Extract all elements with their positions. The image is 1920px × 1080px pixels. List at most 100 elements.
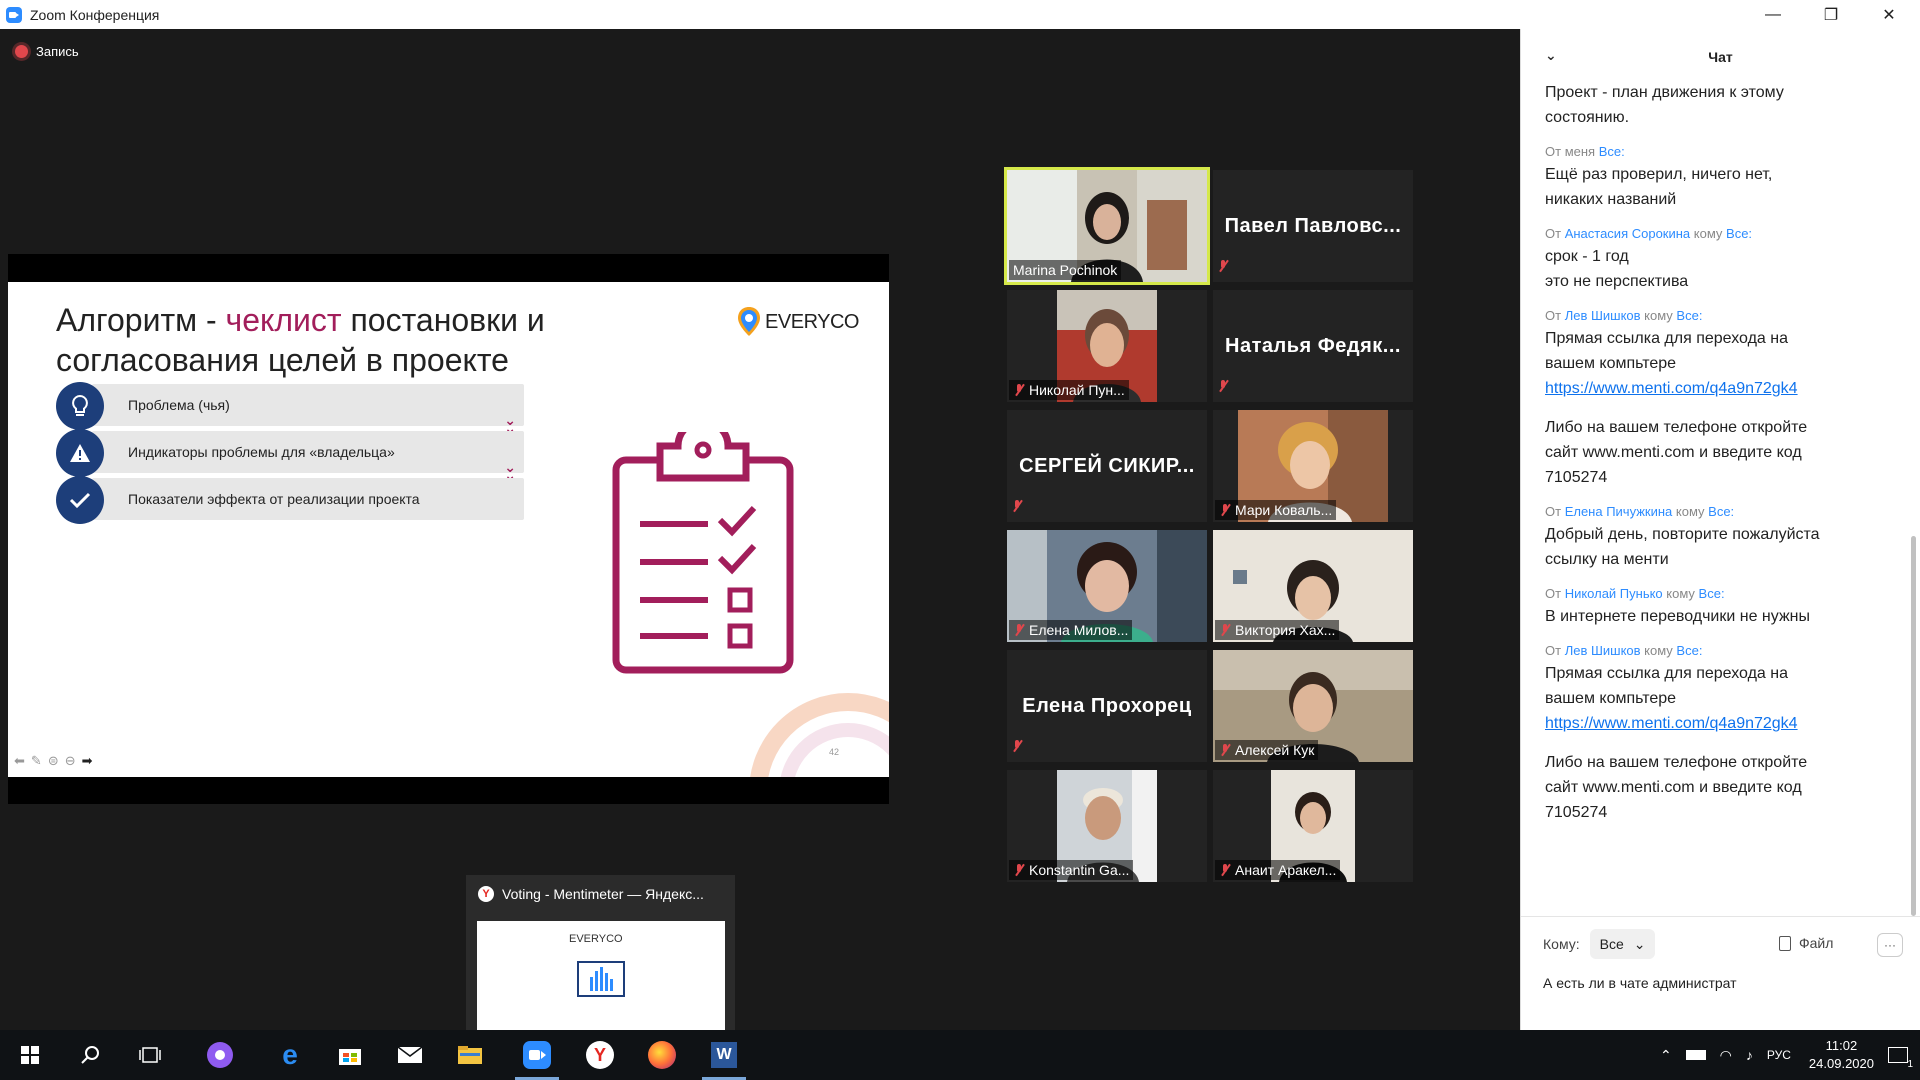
checklist-item: Показатели эффекта от реализации проекта	[56, 476, 524, 524]
participant-tile[interactable]: Елена Милов...	[1007, 530, 1207, 642]
wifi-icon[interactable]: ◠	[1720, 1047, 1732, 1064]
more-options-button[interactable]: ···	[1877, 933, 1903, 957]
lightbulb-icon	[56, 382, 104, 430]
zoom-icon[interactable]	[507, 1030, 567, 1080]
recipient-name: Все:	[1698, 586, 1725, 601]
windows-start-icon[interactable]	[0, 1030, 60, 1080]
menti-link[interactable]: https://www.menti.com/q4a9n72gk4	[1545, 711, 1885, 736]
participant-tile[interactable]: Наталья Федяк...	[1213, 290, 1413, 402]
file-label: Файл	[1799, 935, 1834, 951]
zoom-icon[interactable]: ⊜	[48, 753, 59, 769]
chevron-up-icon[interactable]: ⌃	[1660, 1047, 1672, 1064]
recording-indicator[interactable]: Запись	[15, 44, 79, 59]
chat-message-meta: От Лев Шишков кому Все:	[1545, 643, 1885, 658]
sender-name: Лев Шишков	[1564, 308, 1641, 323]
participant-name: Анаит Аракел...	[1215, 860, 1341, 880]
pen-icon[interactable]: ✎	[31, 753, 42, 769]
meta-prefix: От	[1545, 504, 1565, 519]
volume-icon[interactable]: ♪	[1746, 1047, 1753, 1063]
muted-mic-icon	[1011, 739, 1023, 753]
participant-name: Елена Милов...	[1009, 620, 1133, 640]
presentation-slide: Алгоритм - чеклист постановки и согласов…	[8, 282, 889, 777]
chat-panel: ⌄ Чат Проект - план движения к этому сос…	[1520, 29, 1920, 1030]
muted-mic-icon	[1217, 379, 1229, 393]
recipient-name: Все:	[1676, 308, 1703, 323]
participant-name: Marina Pochinok	[1009, 260, 1122, 280]
yandex-browser-icon[interactable]: Y	[570, 1030, 630, 1080]
firefox-icon[interactable]	[632, 1030, 692, 1080]
meta-to-prefix: кому	[1640, 643, 1677, 658]
close-button[interactable]: ✕	[1860, 0, 1918, 29]
participant-tile[interactable]: Marina Pochinok	[1004, 167, 1210, 285]
arrow-right-icon[interactable]: ➡	[82, 753, 93, 769]
sender-name: Анастасия Сорокина	[1564, 226, 1691, 241]
muted-mic-icon	[1011, 499, 1023, 513]
participant-tile[interactable]: Алексей Кук	[1213, 650, 1413, 762]
checklist-item: Индикаторы проблемы для «владельца» ⌄ ⌄	[56, 429, 524, 482]
mail-icon[interactable]	[380, 1030, 440, 1080]
muted-mic-icon	[1013, 863, 1025, 877]
file-button[interactable]: Файл	[1779, 935, 1833, 951]
participant-tile[interactable]: Николай Пун...	[1007, 290, 1207, 402]
muted-mic-icon	[1013, 623, 1025, 637]
chat-message: От Елена Пичужкина кому Все: Добрый день…	[1545, 504, 1885, 572]
chat-message: Проект - план движения к этому состоянию…	[1545, 84, 1885, 130]
alice-icon[interactable]	[190, 1030, 250, 1080]
participant-tile[interactable]: Мари Коваль...	[1213, 410, 1413, 522]
meta-to-prefix: кому	[1690, 226, 1727, 241]
preview-title: Voting - Mentimeter — Яндекс...	[502, 886, 704, 902]
shared-screen[interactable]: Алгоритм - чеклист постановки и согласов…	[8, 254, 889, 804]
participant-tile[interactable]: Анаит Аракел...	[1213, 770, 1413, 882]
slide-page-number: 42	[828, 747, 839, 757]
chat-message-body: Добрый день, повторите пожалуйста ссылку…	[1545, 526, 1820, 568]
system-tray: ⌃ ◠ ♪ РУС 11:02 24.09.2020 1	[1660, 1030, 1920, 1080]
chat-message-body: Прямая ссылка для перехода на вашем комп…	[1545, 330, 1788, 372]
participant-tile[interactable]: Елена Прохорец	[1007, 650, 1207, 762]
participant-tile[interactable]: Konstantin Ga...	[1007, 770, 1207, 882]
recipient-select[interactable]: Все ⌄	[1589, 929, 1656, 959]
explorer-icon[interactable]	[440, 1030, 500, 1080]
participant-name: Konstantin Ga...	[1009, 860, 1134, 880]
arrow-left-icon[interactable]: ⬅	[14, 753, 25, 769]
chat-header: ⌄ Чат	[1521, 29, 1920, 84]
chat-message: От Лев Шишков кому Все: Прямая ссылка дл…	[1545, 308, 1885, 490]
notification-icon[interactable]: 1	[1888, 1047, 1913, 1070]
chat-message-body: В интернете переводчики не нужны	[1545, 608, 1810, 625]
menti-link[interactable]: https://www.menti.com/q4a9n72gk4	[1545, 376, 1885, 401]
chat-message-input[interactable]	[1543, 975, 1899, 991]
edge-icon[interactable]: e	[260, 1030, 320, 1080]
chevron-down-icon[interactable]: ⌄	[1545, 47, 1557, 64]
store-icon[interactable]	[320, 1030, 380, 1080]
battery-icon[interactable]	[1685, 1050, 1706, 1060]
participant-name-text: Konstantin Ga...	[1029, 862, 1130, 878]
chat-scrollbar-thumb[interactable]	[1911, 536, 1916, 916]
word-icon[interactable]: W	[694, 1030, 754, 1080]
meta-to-prefix: кому	[1672, 504, 1709, 519]
search-icon[interactable]	[60, 1030, 120, 1080]
task-view-icon[interactable]	[120, 1030, 180, 1080]
clock[interactable]: 11:02 24.09.2020	[1809, 1037, 1874, 1073]
sender-name: меня	[1564, 144, 1596, 159]
chat-message-list[interactable]: Проект - план движения к этому состоянию…	[1521, 84, 1905, 916]
chat-message-meta: От Николай Пунько кому Все:	[1545, 586, 1885, 601]
warning-icon	[56, 429, 104, 477]
chat-message-meta: От Елена Пичужкина кому Все:	[1545, 504, 1885, 519]
participant-tile[interactable]: Павел Павловс...	[1213, 170, 1413, 282]
chat-scrollbar[interactable]	[1911, 86, 1916, 916]
preview-title-bar: Y Voting - Mentimeter — Яндекс...	[466, 875, 735, 913]
windows-taskbar: e Y W ⌃ ◠ ♪ РУС 11:02 24.09.2020 1	[0, 1030, 1920, 1080]
options-icon[interactable]: ⊖	[65, 753, 76, 769]
zoom-app-icon	[6, 6, 22, 23]
participant-name-text: Николай Пун...	[1029, 382, 1125, 398]
minimize-button[interactable]: —	[1744, 0, 1802, 29]
participant-tile[interactable]: СЕРГЕЙ СИКИР...	[1007, 410, 1207, 522]
language-indicator[interactable]: РУС	[1767, 1048, 1791, 1062]
participant-name: Виктория Хах...	[1215, 620, 1340, 640]
maximize-button[interactable]: ❐	[1802, 0, 1860, 29]
screen-share-preview[interactable]: Y Voting - Mentimeter — Яндекс... EVERYC…	[466, 875, 735, 1053]
participant-tile[interactable]: Виктория Хах...	[1213, 530, 1413, 642]
slide-toolbar: ⬅ ✎ ⊜ ⊖ ➡	[14, 753, 93, 769]
recording-dot-icon	[15, 45, 28, 58]
participant-name: Мари Коваль...	[1215, 500, 1337, 520]
slide-title-accent: чеклист	[225, 302, 342, 338]
